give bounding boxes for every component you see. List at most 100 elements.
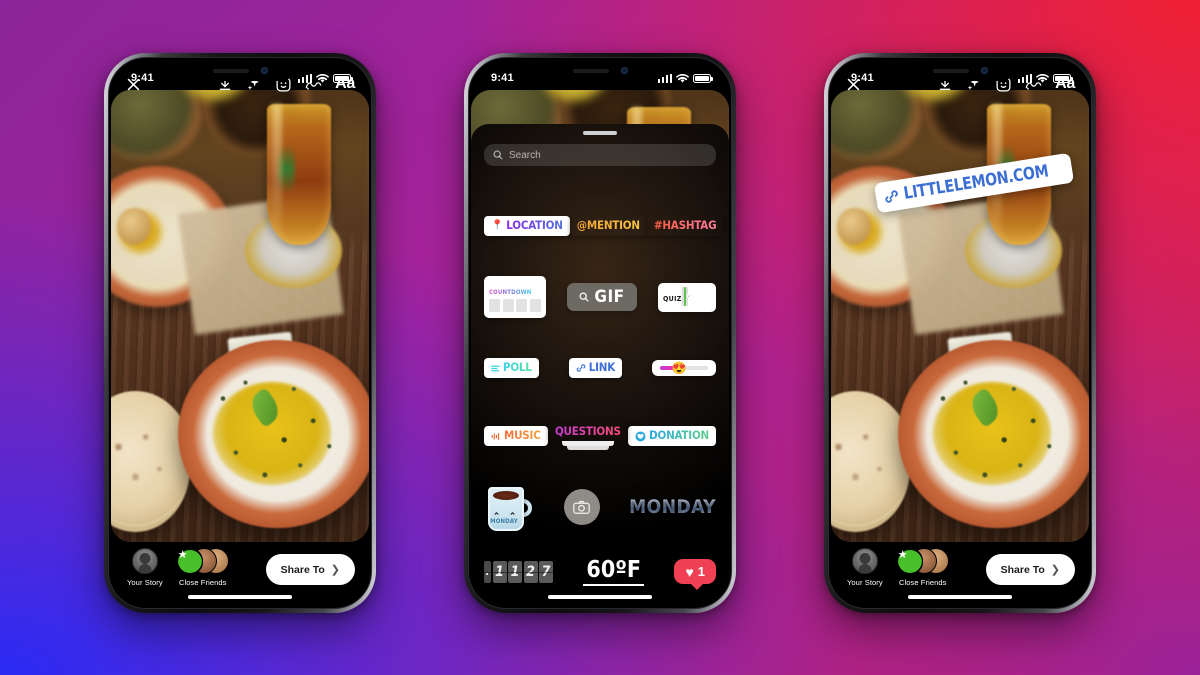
- close-friends-label: Close Friends: [898, 578, 947, 587]
- sticker-location[interactable]: 📍 LOCATION: [484, 216, 570, 236]
- sticker-link-label: LINK: [588, 360, 616, 375]
- sticker-row-4: MUSIC QUESTIONS DONATION: [484, 402, 716, 470]
- star-icon: ★: [176, 549, 203, 575]
- sticker-mention[interactable]: @MENTION: [570, 216, 647, 236]
- sticker-location-label: LOCATION: [506, 218, 563, 233]
- link-chain-icon: [576, 363, 586, 373]
- sticker-tray: Search 📍 LOCATION @MENTION #HASHTAG COUN: [471, 124, 729, 606]
- sticker-poll-label: POLL: [503, 360, 532, 375]
- sticker-emoji-slider[interactable]: 😍: [652, 360, 716, 376]
- sticker-quiz-label: QUIZ: [663, 294, 682, 303]
- share-to-button[interactable]: Share To ❯: [265, 554, 355, 585]
- search-icon: [493, 150, 503, 160]
- sticker-row-6: . 1 1 2 7 60ºF ♥ 1: [484, 557, 716, 590]
- wifi-icon: [316, 73, 329, 83]
- chevron-right-icon: ❯: [330, 564, 340, 576]
- quiz-option-selected: [683, 286, 686, 306]
- heart-icon: ♥: [685, 563, 694, 580]
- sticker-gif[interactable]: GIF: [567, 283, 637, 311]
- drag-handle[interactable]: [583, 131, 617, 135]
- wifi-icon: [676, 73, 689, 83]
- close-friends-avatars: ★: [896, 548, 949, 575]
- notch: [904, 60, 1016, 81]
- questions-stack-layer: [566, 446, 609, 451]
- sticker-like-count[interactable]: ♥ 1: [674, 559, 716, 590]
- clock-digit: 2: [523, 560, 538, 583]
- status-time: 9:41: [851, 72, 874, 84]
- close-friends-destination[interactable]: ★ Close Friends: [896, 548, 949, 587]
- phone-sticker-tray: Search 📍 LOCATION @MENTION #HASHTAG COUN: [464, 53, 736, 613]
- sticker-music[interactable]: MUSIC: [484, 426, 548, 446]
- slider-emoji[interactable]: 😍: [672, 362, 687, 374]
- food-photo-art: [111, 90, 369, 542]
- clock-digit: 1: [492, 560, 507, 583]
- your-story-destination[interactable]: Your Story: [127, 548, 163, 587]
- sticker-grid: 📍 LOCATION @MENTION #HASHTAG COUNTDOWN G…: [484, 192, 717, 544]
- phone-bezel: Search 📍 LOCATION @MENTION #HASHTAG COUN: [468, 57, 732, 609]
- status-time: 9:41: [491, 72, 514, 84]
- search-input[interactable]: Search: [484, 144, 716, 166]
- sticker-row-3: POLL LINK 😍: [484, 334, 716, 402]
- home-indicator: [548, 595, 652, 599]
- sticker-questions-label: QUESTIONS: [548, 422, 628, 442]
- sticker-temperature[interactable]: 60ºF: [583, 557, 645, 586]
- sticker-questions[interactable]: QUESTIONS: [548, 422, 628, 451]
- battery-icon: [1053, 73, 1073, 83]
- phone-screen: LITTLELEMON.COM Aa 9:41 Your Story ★ Clo…: [831, 60, 1089, 606]
- phone-story-editor: Aa 9:41 Your Story ★ Close Friends Share…: [104, 53, 376, 613]
- clock-digit: .: [484, 560, 491, 583]
- story-photo[interactable]: [111, 90, 369, 542]
- notch: [544, 60, 656, 81]
- music-wave-icon: [491, 432, 501, 441]
- heart-circle-icon: [635, 430, 646, 442]
- sticker-quiz[interactable]: QUIZ: [658, 282, 716, 312]
- avatar: [851, 548, 878, 574]
- search-placeholder: Search: [509, 149, 541, 161]
- slider-track[interactable]: 😍: [660, 362, 708, 374]
- sticker-link[interactable]: LINK: [568, 358, 623, 378]
- sticker-countdown[interactable]: COUNTDOWN: [484, 276, 546, 318]
- link-chain-icon: [883, 187, 900, 204]
- clock-digit: 7: [539, 560, 553, 583]
- close-friends-destination[interactable]: ★ Close Friends: [176, 548, 229, 587]
- sticker-donation-label: DONATION: [649, 428, 709, 443]
- battery-icon: [333, 73, 353, 83]
- your-story-label: Your Story: [127, 578, 163, 587]
- your-story-destination[interactable]: Your Story: [847, 548, 883, 587]
- phone-screen: Aa 9:41 Your Story ★ Close Friends Share…: [111, 60, 369, 606]
- wifi-icon: [1036, 73, 1049, 83]
- avatar: [131, 548, 158, 574]
- sticker-hashtag[interactable]: #HASHTAG: [647, 216, 724, 236]
- sticker-camera-button[interactable]: [563, 489, 600, 525]
- cellular-signal-icon: [1017, 73, 1032, 83]
- sticker-gif-label: GIF: [594, 287, 625, 307]
- share-to-button[interactable]: Share To ❯: [985, 554, 1075, 585]
- share-to-label: Share To: [280, 563, 325, 576]
- notch: [184, 60, 296, 81]
- phone-bezel: LITTLELEMON.COM Aa 9:41 Your Story ★ Clo…: [828, 57, 1092, 609]
- home-indicator: [908, 595, 1012, 599]
- status-time: 9:41: [131, 72, 154, 84]
- search-icon: [579, 292, 589, 302]
- close-friends-label: Close Friends: [178, 578, 227, 587]
- sticker-row-5: ⌃ ⌃ MONDAY MONDAY: [484, 470, 716, 544]
- cellular-signal-icon: [657, 73, 672, 83]
- phone-story-with-link: LITTLELEMON.COM Aa 9:41 Your Story ★ Clo…: [824, 53, 1096, 613]
- your-story-label: Your Story: [847, 578, 883, 587]
- sticker-donation[interactable]: DONATION: [628, 426, 716, 446]
- location-pin-icon: 📍: [491, 220, 504, 232]
- cellular-signal-icon: [297, 73, 312, 83]
- sticker-music-label: MUSIC: [504, 428, 541, 443]
- chevron-right-icon: ❯: [1050, 564, 1060, 576]
- sticker-time-clock[interactable]: . 1 1 2 7: [484, 560, 553, 583]
- sticker-poll[interactable]: POLL: [484, 358, 539, 378]
- sticker-row-1: 📍 LOCATION @MENTION #HASHTAG: [484, 192, 717, 260]
- close-friends-avatars: ★: [176, 548, 229, 575]
- sticker-monday-text[interactable]: MONDAY: [629, 496, 716, 518]
- sticker-coffee-mug[interactable]: ⌃ ⌃ MONDAY: [484, 481, 534, 533]
- mug-label: MONDAY: [490, 518, 518, 525]
- star-icon: ★: [896, 549, 923, 575]
- phone-bezel: Aa 9:41 Your Story ★ Close Friends Share…: [108, 57, 372, 609]
- battery-icon: [693, 73, 713, 83]
- sticker-countdown-label: COUNTDOWN: [489, 289, 532, 296]
